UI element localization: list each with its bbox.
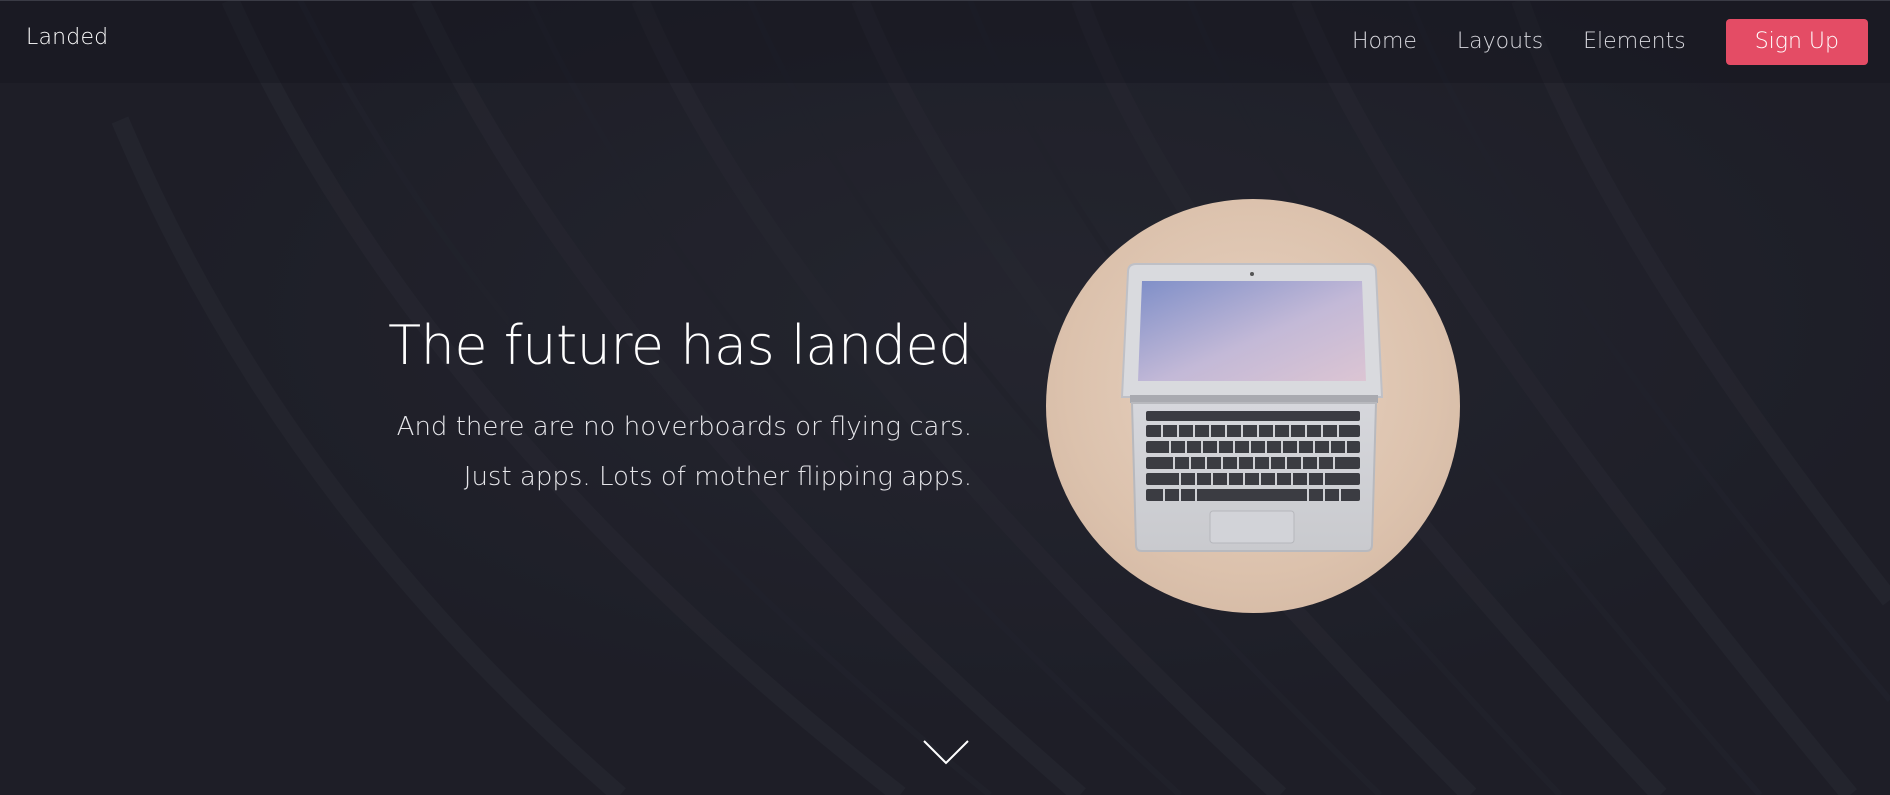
nav-link-layouts[interactable]: Layouts [1457,19,1543,65]
hero-subtitle-line-1: And there are no hoverboards or flying c… [396,412,972,442]
sign-up-button[interactable]: Sign Up [1725,19,1868,65]
hero-title: The future has landed [388,314,972,377]
hero-subtitle-line-2: Just apps. Lots of mother flipping apps. [463,462,972,492]
nav-link-elements[interactable]: Elements [1583,19,1686,65]
bookshelf-background-image [0,0,1890,795]
chevron-down-icon[interactable] [922,738,970,766]
laptop-icon [1120,263,1384,552]
brand-logo[interactable]: Landed [26,25,108,50]
nav-link-home[interactable]: Home [1352,19,1417,65]
landing-page: Landed Home Layouts Elements Sign Up The… [0,0,1890,795]
header-bar: Landed Home Layouts Elements Sign Up [0,0,1890,83]
main-nav: Home Layouts Elements Sign Up [1312,19,1868,65]
laptop-image [1046,199,1460,613]
